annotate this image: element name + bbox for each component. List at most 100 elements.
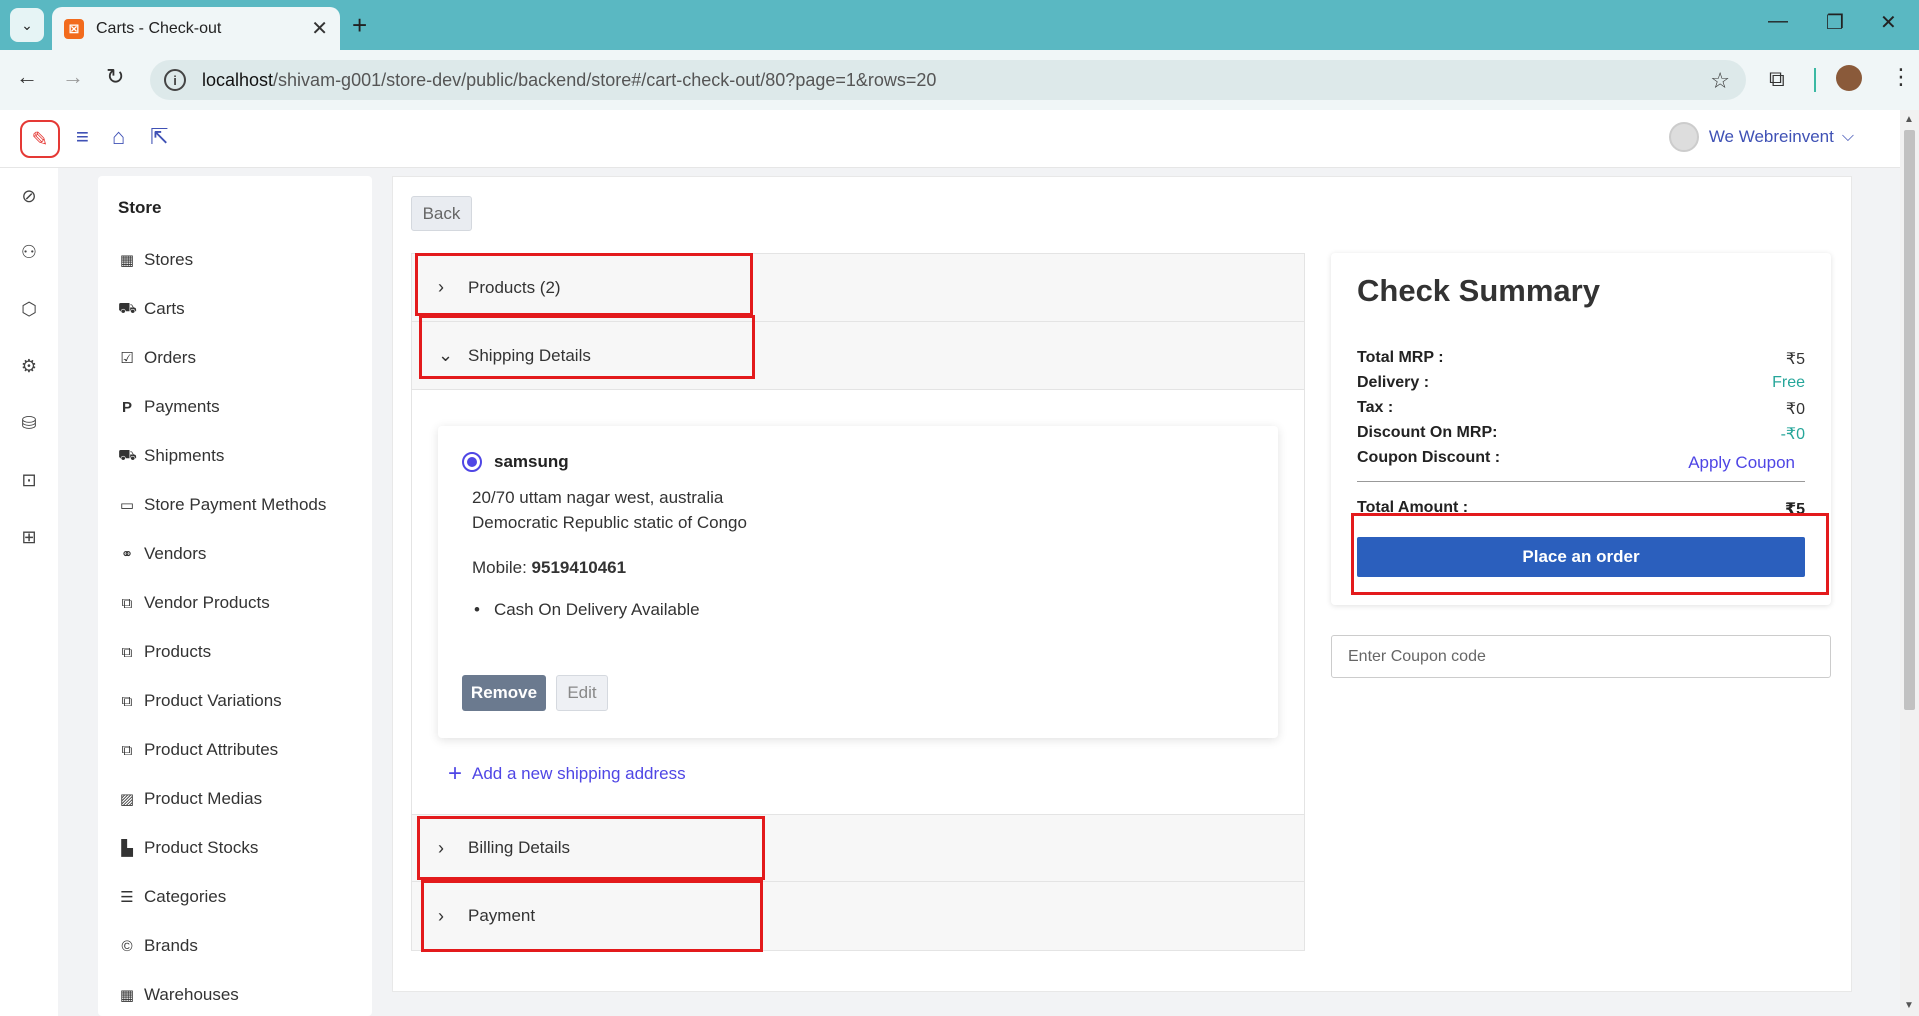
address-name: samsung: [494, 452, 569, 471]
gear-icon[interactable]: ⚙: [18, 356, 40, 378]
sidebar-item-product-medias[interactable]: ▨ Product Medias: [118, 789, 262, 809]
highlight-payment: [421, 880, 763, 952]
extensions-icon[interactable]: ⧉: [1769, 66, 1785, 92]
sidebar-item-vendors[interactable]: ⚭ Vendors: [118, 544, 207, 564]
site-info-icon[interactable]: i: [164, 69, 186, 91]
sidebar-item-label: Shipments: [144, 446, 225, 465]
menu-toggle-icon[interactable]: ≡: [76, 124, 89, 150]
box-icon[interactable]: ⬡: [18, 299, 40, 321]
sidebar-item-store-payment-methods[interactable]: ▭ Store Payment Methods: [118, 495, 326, 515]
add-address-label: Add a new shipping address: [472, 764, 686, 783]
scroll-down-icon[interactable]: ▼: [1904, 1000, 1914, 1011]
compass-icon[interactable]: ⊘: [18, 186, 40, 208]
bookmark-star-icon[interactable]: ☆: [1710, 68, 1730, 94]
edit-address-button[interactable]: Edit: [556, 675, 608, 711]
sidebar-item-shipments[interactable]: ⛟ Shipments: [118, 446, 224, 466]
minimize-icon[interactable]: —: [1768, 10, 1788, 33]
apply-coupon-link[interactable]: Apply Coupon: [1688, 453, 1795, 473]
browser-profile-avatar[interactable]: [1836, 65, 1862, 91]
window-close-icon[interactable]: ✕: [1880, 10, 1897, 35]
sidebar-item-vendor-products[interactable]: ⧉ Vendor Products: [118, 593, 270, 613]
back-button[interactable]: Back: [411, 196, 472, 231]
page-scrollbar[interactable]: ▲ ▼: [1900, 110, 1919, 1016]
scroll-up-icon[interactable]: ▲: [1904, 114, 1914, 125]
coupon-discount-label: Coupon Discount :: [1357, 449, 1501, 466]
sidebar-item-label: Warehouses: [144, 985, 239, 1004]
store-sidebar: Store ▦ Stores ⛟ Carts ☑ Orders P Payments ⛟…: [98, 176, 372, 1016]
sidebar-item-product-attributes[interactable]: ⧉ Product Attributes: [118, 740, 279, 760]
tax-row: Tax : ₹0: [1357, 399, 1805, 419]
sidebar-item-payments[interactable]: P Payments: [118, 397, 220, 417]
scroll-thumb[interactable]: [1904, 130, 1915, 710]
url-bar[interactable]: i localhost/shivam-g001/store-dev/public…: [150, 60, 1746, 100]
paypal-icon: P: [121, 398, 132, 416]
restore-icon[interactable]: ❐: [1826, 10, 1844, 35]
delivery-row: Delivery : Free: [1357, 374, 1805, 392]
sidebar-item-product-stocks[interactable]: ▙ Product Stocks: [118, 838, 258, 858]
cod-available-note: Cash On Delivery Available: [474, 600, 700, 620]
coupon-code-input[interactable]: [1331, 635, 1831, 678]
sidebar-item-label: Vendor Products: [144, 593, 270, 612]
delivery-value: Free: [1772, 374, 1805, 391]
handshake-icon: ⚭: [120, 546, 134, 563]
more-menu-icon[interactable]: ⋮: [1890, 64, 1912, 90]
remove-address-button[interactable]: Remove: [462, 675, 546, 711]
chevron-down-icon: ⌄: [21, 16, 33, 33]
images-icon[interactable]: ⊡: [18, 470, 40, 492]
external-link-icon[interactable]: ⇱: [150, 124, 168, 150]
new-tab-button[interactable]: +: [352, 10, 367, 41]
shipping-address-card[interactable]: samsung 20/70 uttam nagar west, australi…: [438, 426, 1278, 738]
user-icon[interactable]: ⚇: [18, 242, 40, 264]
delivery-label: Delivery :: [1357, 374, 1430, 391]
add-shipping-address-link[interactable]: + Add a new shipping address: [448, 760, 686, 788]
url-text: localhost/shivam-g001/store-dev/public/b…: [202, 70, 936, 91]
sidebar-title: Store: [118, 198, 162, 217]
address-line-1: 20/70 uttam nagar west, australia: [472, 488, 724, 507]
database-icon[interactable]: ⛁: [18, 413, 40, 435]
avatar: [1668, 122, 1699, 152]
sidebar-item-label: Product Stocks: [144, 838, 259, 857]
sidebar-item-categories[interactable]: ☰ Categories: [118, 887, 226, 907]
grid-icon[interactable]: ⊞: [18, 527, 40, 549]
forward-arrow-icon[interactable]: →: [62, 64, 84, 90]
mobile-label: Mobile:: [472, 558, 527, 577]
app-logo-icon[interactable]: ✎: [20, 120, 60, 158]
total-mrp-label: Total MRP :: [1357, 349, 1444, 366]
url-path: /shivam-g001/store-dev/public/backend/st…: [273, 69, 937, 90]
image-icon: ▨: [119, 791, 135, 808]
url-host: localhost: [202, 69, 274, 90]
reload-icon[interactable]: ↻: [106, 64, 124, 90]
sidebar-item-warehouses[interactable]: ▦ Warehouses: [118, 985, 239, 1005]
sidebar-item-brands[interactable]: © Brands: [118, 936, 198, 956]
sidebar-item-stores[interactable]: ▦ Stores: [118, 250, 193, 270]
sidebar-item-label: Brands: [144, 936, 198, 955]
building-icon: ▦: [119, 252, 135, 269]
copy-icon: ⧉: [121, 594, 133, 612]
sidebar-item-products[interactable]: ⧉ Products: [118, 642, 211, 662]
tab-search-button[interactable]: ⌄: [10, 8, 44, 42]
sidebar-item-product-variations[interactable]: ⧉ Product Variations: [118, 691, 282, 711]
tax-value: ₹0: [1785, 401, 1805, 418]
close-icon[interactable]: ✕: [311, 16, 328, 41]
home-icon[interactable]: ⌂: [112, 124, 125, 150]
sidebar-item-label: Product Attributes: [144, 740, 279, 759]
sidebar-item-orders[interactable]: ☑ Orders: [118, 348, 196, 368]
sidebar-item-label: Products: [144, 642, 212, 661]
user-menu[interactable]: We Webreinvent ⌵: [1668, 122, 1854, 152]
sidebar-item-label: Carts: [144, 299, 185, 318]
plus-icon: +: [448, 760, 463, 787]
browser-tab-bar: ⌄ ⊠ Carts - Check-out ✕ + — ❐ ✕: [0, 0, 1919, 50]
toolbar-divider: [1814, 68, 1816, 92]
browser-tab[interactable]: ⊠ Carts - Check-out ✕: [52, 7, 340, 50]
summary-title: Check Summary: [1357, 273, 1600, 308]
back-arrow-icon[interactable]: ←: [16, 64, 38, 90]
truck-icon: ⛟: [118, 446, 137, 464]
coupon-discount-row: Coupon Discount : Apply Coupon: [1357, 449, 1805, 473]
chevron-down-icon: ⌵: [1841, 128, 1854, 145]
sidebar-item-carts[interactable]: ⛟ Carts: [118, 299, 185, 319]
address-radio[interactable]: [462, 452, 482, 472]
discount-label: Discount On MRP:: [1357, 424, 1498, 441]
highlight-products: [415, 253, 753, 316]
total-mrp-row: Total MRP : ₹5: [1357, 349, 1805, 369]
check-square-icon: ☑: [120, 350, 134, 367]
